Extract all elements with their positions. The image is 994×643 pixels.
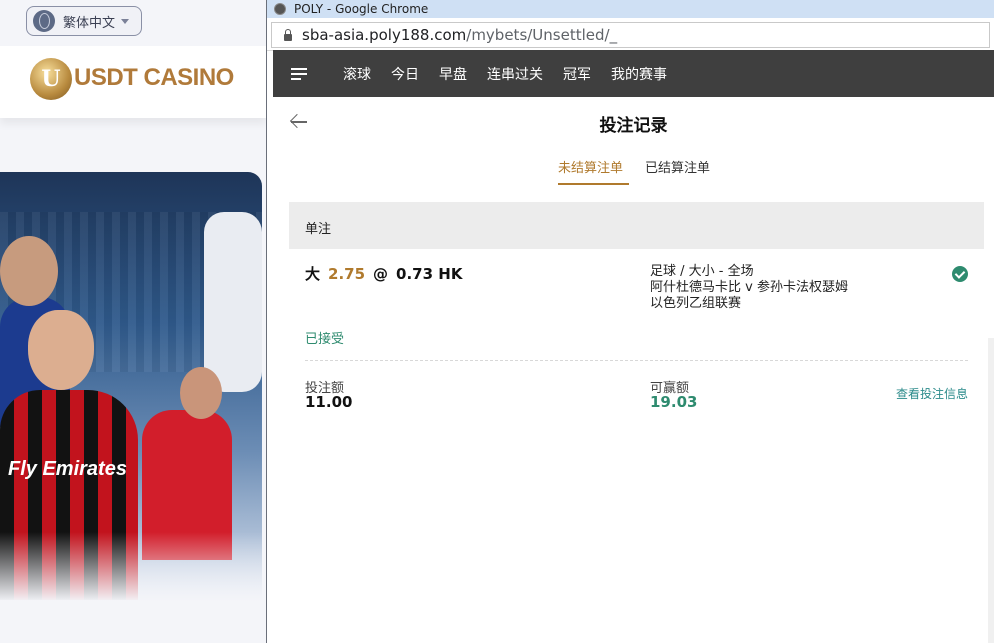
league-name: 以色列乙组联赛	[650, 296, 742, 311]
top-nav: 滚球 今日 早盘 连串过关 冠军 我的赛事	[273, 50, 994, 97]
page-header: 投注记录	[273, 97, 994, 155]
nav-item-outright[interactable]: 冠军	[563, 64, 591, 84]
player-figure	[0, 236, 58, 306]
status-badge: 已接受	[305, 332, 345, 347]
bet-tabs: 未结算注单 已结算注单	[273, 155, 994, 187]
stake-value: 11.00	[305, 393, 353, 411]
player-figure	[204, 212, 262, 392]
check-circle-icon	[952, 266, 968, 282]
globe-icon	[33, 10, 55, 32]
window-title: POLY - Google Chrome	[294, 2, 429, 16]
chevron-down-icon	[121, 18, 130, 24]
section-header: 单注	[289, 202, 984, 249]
nav-item-early[interactable]: 早盘	[439, 64, 467, 84]
nav-item-my-events[interactable]: 我的赛事	[611, 64, 667, 84]
language-selector[interactable]: 繁体中文	[26, 6, 142, 36]
divider	[305, 360, 968, 361]
nav-item-today[interactable]: 今日	[391, 64, 419, 84]
language-label: 繁体中文	[63, 15, 116, 31]
active-tab-indicator	[558, 183, 629, 185]
page-title: 投注记录	[599, 116, 668, 136]
browser-window: POLY - Google Chrome sba-asia.poly188.co…	[267, 0, 994, 643]
bet-selection: 大 2.75 @0.73 HK	[305, 263, 462, 284]
menu-icon[interactable]	[291, 67, 307, 80]
url-host: sba-asia.poly188.com	[302, 26, 467, 44]
tab-unsettled[interactable]: 未结算注单	[558, 157, 623, 176]
banner-fade	[0, 532, 262, 602]
chrome-icon	[274, 3, 286, 15]
nav-item-parlay[interactable]: 连串过关	[487, 64, 543, 84]
odds-value: 0.73 HK	[396, 265, 463, 283]
casino-logo-text: USDT CASINO	[74, 64, 234, 91]
market-type: 足球 / 大小 - 全场	[650, 264, 754, 279]
handicap-value: 2.75	[328, 265, 366, 283]
section-label: 单注	[305, 222, 332, 237]
site-header: U USDT CASINO	[0, 46, 266, 118]
tab-settled[interactable]: 已结算注单	[645, 157, 710, 176]
player-figure	[28, 310, 94, 390]
url-path: /mybets/Unsettled/_	[466, 26, 618, 44]
match-info: 足球 / 大小 - 全场 阿什杜德马卡比 v 参孙卡法权瑟姆 以色列乙组联赛	[650, 264, 848, 312]
jersey-sponsor-text: Fly Emirates	[8, 458, 127, 480]
scrollbar[interactable]	[988, 338, 994, 643]
player-figure	[180, 367, 222, 419]
selection-name: 大	[305, 265, 321, 283]
address-bar[interactable]: sba-asia.poly188.com/mybets/Unsettled/_	[271, 22, 990, 48]
title-bar[interactable]: POLY - Google Chrome	[267, 0, 994, 18]
nav-item-live[interactable]: 滚球	[343, 64, 371, 84]
bet-card: 大 2.75 @0.73 HK 足球 / 大小 - 全场 阿什杜德马卡比 v 参孙卡…	[289, 249, 984, 429]
casino-logo-icon: U	[30, 58, 72, 100]
view-bet-details-link[interactable]: 查看投注信息	[896, 385, 968, 402]
win-value: 19.03	[650, 393, 698, 411]
lock-icon[interactable]	[284, 28, 292, 41]
address-bar-area: sba-asia.poly188.com/mybets/Unsettled/_	[267, 18, 994, 51]
match-name: 阿什杜德马卡比 v 参孙卡法权瑟姆	[650, 280, 848, 295]
background-casino-site: 繁体中文 U USDT CASINO Fly Emirates	[0, 0, 266, 643]
promo-banner[interactable]: Fly Emirates	[0, 172, 262, 602]
at-symbol: @	[373, 265, 389, 283]
